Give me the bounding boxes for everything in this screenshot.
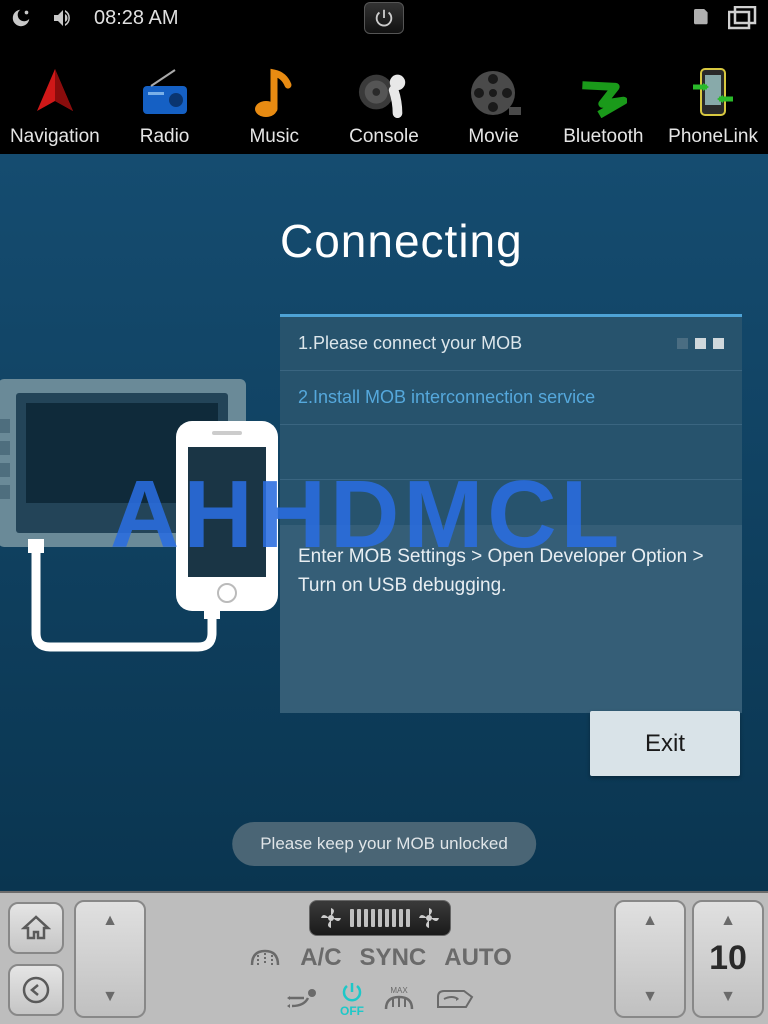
ac-button[interactable]: A/C <box>300 944 341 972</box>
instruction-detail: Enter MOB Settings > Open Developer Opti… <box>280 525 742 713</box>
fan-icon <box>320 907 342 929</box>
nav-movie[interactable]: Movie <box>444 66 544 148</box>
nav-phonelink[interactable]: PhoneLink <box>663 66 763 148</box>
nav-bluetooth[interactable]: Bluetooth <box>553 66 653 148</box>
right-temp-control[interactable]: ▲ ▼ <box>614 900 686 1018</box>
temp-value-control[interactable]: ▲ 10 ▼ <box>692 900 764 1018</box>
step-2[interactable]: 2.Install MOB interconnection service <box>280 371 742 425</box>
moon-icon <box>10 7 32 29</box>
chevron-up-icon: ▲ <box>642 912 658 930</box>
phonelink-icon <box>686 66 740 120</box>
power-icon <box>340 980 364 1004</box>
nav-music[interactable]: Music <box>224 66 324 148</box>
temperature-value: 10 <box>709 939 747 978</box>
step-1[interactable]: 1.Please connect your MOB <box>280 317 742 371</box>
app-label: Console <box>349 126 419 148</box>
status-bar: 08:28 AM <box>0 0 768 36</box>
step-text: 2.Install MOB interconnection service <box>298 387 595 408</box>
fan-icon <box>418 907 440 929</box>
left-temp-control[interactable]: ▲ ▼ <box>74 900 146 1018</box>
fan-speed-control[interactable] <box>309 900 451 936</box>
app-label: Radio <box>140 126 190 148</box>
nav-console[interactable]: Console <box>334 66 434 148</box>
chevron-down-icon: ▼ <box>102 988 118 1006</box>
device-illustration <box>0 379 280 679</box>
bluetooth-icon <box>576 66 630 120</box>
chevron-up-icon: ▲ <box>102 912 118 930</box>
defrost-max-icon[interactable]: MAX <box>382 985 416 1013</box>
radio-icon <box>138 66 192 120</box>
windows-icon[interactable] <box>728 6 758 30</box>
step-3-empty <box>280 425 742 480</box>
movie-icon <box>467 66 521 120</box>
clock-time: 08:28 AM <box>94 7 179 30</box>
defrost-front-icon[interactable] <box>248 945 282 971</box>
back-button[interactable] <box>8 964 64 1016</box>
home-button[interactable] <box>8 902 64 954</box>
hint-message: Please keep your MOB unlocked <box>232 822 536 866</box>
fan-level-ticks <box>350 909 410 927</box>
app-label: Bluetooth <box>563 126 643 148</box>
app-label: PhoneLink <box>668 126 758 148</box>
svg-text:MAX: MAX <box>390 986 408 995</box>
main-content: Connecting 1.Please connect your MOB 2.I… <box>0 154 768 891</box>
off-label: OFF <box>340 1004 364 1018</box>
app-nav: Navigation Radio Music Console Movie Blu… <box>0 36 768 154</box>
music-icon <box>247 66 301 120</box>
page-title: Connecting <box>280 214 768 268</box>
auto-button[interactable]: AUTO <box>444 944 512 972</box>
chevron-up-icon: ▲ <box>720 912 736 930</box>
power-off-button[interactable]: OFF <box>340 980 364 1018</box>
sd-card-icon <box>694 9 710 27</box>
chevron-down-icon: ▼ <box>642 988 658 1006</box>
volume-icon[interactable] <box>50 6 76 30</box>
nav-radio[interactable]: Radio <box>115 66 215 148</box>
app-label: Music <box>249 126 299 148</box>
steps-panel: 1.Please connect your MOB 2.Install MOB … <box>280 314 742 713</box>
recirculate-icon[interactable] <box>434 987 474 1011</box>
chevron-down-icon: ▼ <box>720 988 736 1006</box>
step-text: 1.Please connect your MOB <box>298 333 522 354</box>
sync-button[interactable]: SYNC <box>360 944 427 972</box>
nav-navigation[interactable]: Navigation <box>5 66 105 148</box>
airflow-body-icon[interactable] <box>286 986 322 1012</box>
app-label: Navigation <box>10 126 100 148</box>
step-indicator <box>677 338 724 349</box>
power-button[interactable] <box>364 2 404 34</box>
exit-button[interactable]: Exit <box>590 711 740 776</box>
navigation-icon <box>28 66 82 120</box>
climate-bar: ▲ ▼ A/C SYNC AUTO <box>0 891 768 1024</box>
console-icon <box>357 66 411 120</box>
app-label: Movie <box>468 126 519 148</box>
